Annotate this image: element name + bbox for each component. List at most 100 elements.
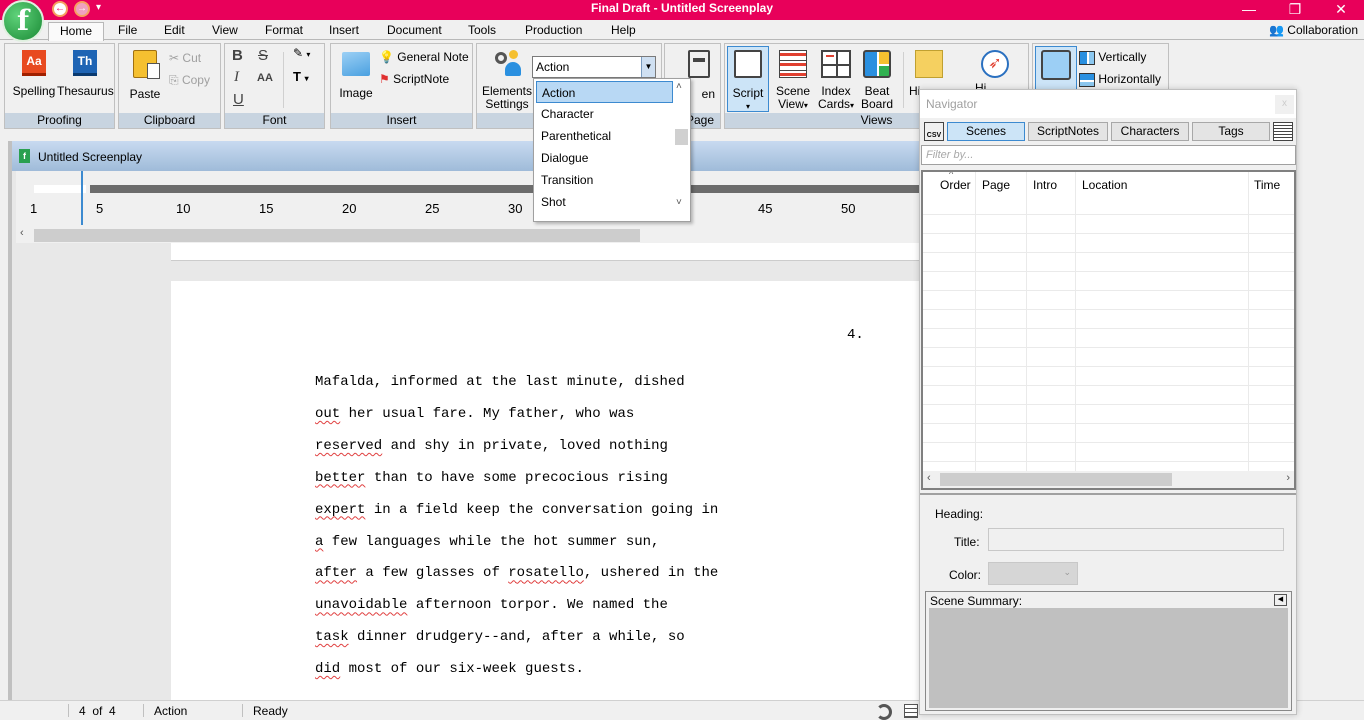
- tab-tools[interactable]: Tools: [468, 23, 496, 37]
- navigator-close-button[interactable]: x: [1275, 95, 1294, 114]
- document-scroll-thumb[interactable]: [34, 229, 640, 242]
- script-line[interactable]: unavoidable afternoon torpor. We named t…: [315, 597, 668, 613]
- script-view-button[interactable]: Script ▾: [727, 46, 769, 112]
- scroll-left-icon[interactable]: ‹: [927, 472, 931, 484]
- scroll-up-icon[interactable]: ˄: [676, 81, 682, 92]
- unsplit-button[interactable]: [1035, 46, 1077, 92]
- tab-file[interactable]: File: [118, 23, 137, 37]
- script-line[interactable]: Mafalda, informed at the last minute, di…: [315, 374, 685, 390]
- navigator-filter-input[interactable]: Filter by...: [921, 145, 1296, 165]
- indent-marker[interactable]: [81, 171, 83, 225]
- navigator-title: Navigator: [926, 97, 978, 111]
- spelling-button[interactable]: Aa Spelling: [9, 50, 59, 98]
- split-horizontally-button[interactable]: Horizontally: [1079, 72, 1161, 87]
- image-button[interactable]: Image: [335, 52, 377, 100]
- document-icon: f: [19, 149, 30, 163]
- chevron-down-icon[interactable]: ▼: [641, 57, 655, 77]
- paste-button[interactable]: Paste: [125, 50, 165, 101]
- final-draft-logo[interactable]: f: [2, 0, 44, 42]
- copy-button[interactable]: ⎘ Copy: [169, 73, 210, 88]
- script-line[interactable]: after a few glasses of rosatello, ushere…: [315, 565, 718, 581]
- element-type-select[interactable]: Action ▼: [532, 56, 656, 78]
- navigator-tab-characters[interactable]: Characters: [1111, 122, 1189, 141]
- change-case-button[interactable]: AA: [257, 72, 273, 85]
- strikethrough-button[interactable]: S: [258, 48, 268, 63]
- bold-button[interactable]: B: [232, 48, 243, 63]
- element-option-dialogue[interactable]: Dialogue: [536, 147, 673, 169]
- tab-home[interactable]: Home: [48, 22, 105, 41]
- collaboration-button[interactable]: 👥 Collaboration: [1269, 23, 1358, 37]
- panel-divider[interactable]: [920, 493, 1296, 495]
- element-option-character[interactable]: Character: [536, 103, 673, 125]
- column-header-time[interactable]: Time: [1254, 178, 1280, 192]
- scene-color-select[interactable]: ⌄: [988, 562, 1078, 585]
- element-option-action[interactable]: Action: [536, 81, 673, 103]
- ruler[interactable]: 1 5 10 15 20 25 30 45 50: [16, 171, 920, 227]
- tab-edit[interactable]: Edit: [164, 23, 185, 37]
- page-icon: [688, 50, 710, 78]
- dropdown-scrollbar[interactable]: ˄ ˅: [673, 79, 690, 221]
- script-page[interactable]: 4. Mafalda, informed at the last minute,…: [171, 281, 923, 701]
- compass-icon: ➶: [981, 50, 1009, 78]
- underline-button[interactable]: U: [233, 92, 244, 107]
- scriptnote-button[interactable]: ⚑ ScriptNote: [379, 72, 449, 86]
- element-option-transition[interactable]: Transition: [536, 169, 673, 191]
- dropdown-scroll-thumb[interactable]: [675, 129, 688, 145]
- tab-format[interactable]: Format: [265, 23, 303, 37]
- cut-button[interactable]: ✂ Cut: [169, 51, 201, 65]
- text-color-button[interactable]: T ▾: [293, 70, 309, 85]
- minimize-button[interactable]: —: [1226, 0, 1272, 20]
- italic-button[interactable]: I: [234, 70, 239, 85]
- thesaurus-button[interactable]: Th Thesaurus: [57, 50, 114, 98]
- scroll-down-icon[interactable]: ˅: [676, 197, 682, 208]
- column-header-location[interactable]: Location: [1082, 178, 1127, 192]
- script-line[interactable]: out her usual fare. My father, who was: [315, 406, 634, 422]
- restore-button[interactable]: ❐: [1272, 0, 1318, 20]
- navigator-tab-scenes[interactable]: Scenes: [947, 122, 1025, 141]
- current-element[interactable]: Action: [154, 704, 187, 718]
- tab-help[interactable]: Help: [611, 23, 636, 37]
- image-icon: [342, 52, 370, 76]
- misspelled-word: task: [315, 629, 349, 646]
- split-vertically-button[interactable]: Vertically: [1079, 50, 1146, 65]
- tab-insert[interactable]: Insert: [329, 23, 359, 37]
- grid-horizontal-scrollbar[interactable]: ‹ ›: [923, 471, 1294, 488]
- csv-export-icon[interactable]: CSV: [924, 122, 944, 141]
- column-header-page[interactable]: Page: [982, 178, 1010, 192]
- script-line[interactable]: reserved and shy in private, loved nothi…: [315, 438, 668, 454]
- page-view-icon[interactable]: [904, 704, 918, 718]
- scroll-left-icon[interactable]: ‹: [20, 227, 24, 239]
- navigator-options-icon[interactable]: [1273, 122, 1293, 141]
- misspelled-word: reserved: [315, 437, 383, 454]
- script-line[interactable]: task dinner drudgery--and, after a while…: [315, 629, 685, 645]
- scene-title-input[interactable]: [988, 528, 1284, 551]
- general-note-button[interactable]: 💡 General Note: [379, 50, 469, 64]
- tab-view[interactable]: View: [212, 23, 238, 37]
- scroll-right-icon[interactable]: ›: [1286, 472, 1290, 484]
- highlight-color-button[interactable]: ✎ ▾: [293, 47, 310, 61]
- close-button[interactable]: ✕: [1318, 0, 1364, 20]
- column-header-intro[interactable]: Intro: [1033, 178, 1057, 192]
- tab-production[interactable]: Production: [525, 23, 582, 37]
- copy-icon: ⎘: [169, 73, 179, 87]
- navigator-tab-scriptnotes[interactable]: ScriptNotes: [1028, 122, 1108, 141]
- misspelled-word: rosatello: [508, 565, 584, 582]
- element-option-shot[interactable]: Shot: [536, 191, 673, 213]
- script-line[interactable]: did most of our six-week guests.: [315, 661, 584, 677]
- column-header-order[interactable]: Order: [940, 178, 971, 192]
- tab-document[interactable]: Document: [387, 23, 442, 37]
- scene-summary-input[interactable]: [929, 608, 1288, 708]
- beat-board-button[interactable]: Beat Board: [859, 50, 895, 111]
- document-horizontal-scrollbar[interactable]: ‹: [16, 227, 920, 243]
- script-line[interactable]: a few languages while the hot summer sun…: [315, 534, 659, 550]
- element-option-parenthetical[interactable]: Parenthetical: [536, 125, 673, 147]
- night-mode-icon[interactable]: [876, 704, 892, 720]
- navigator-tab-tags[interactable]: Tags: [1192, 122, 1270, 141]
- script-line[interactable]: expert in a field keep the conversation …: [315, 502, 718, 518]
- scene-view-button[interactable]: Scene View▾: [773, 50, 813, 112]
- collapse-icon[interactable]: ◀: [1274, 594, 1287, 606]
- script-line[interactable]: better than to have some precocious risi…: [315, 470, 668, 486]
- grid-scroll-thumb[interactable]: [940, 473, 1172, 486]
- elements-settings-button[interactable]: Elements Settings: [481, 50, 533, 111]
- index-cards-button[interactable]: Index Cards▾: [815, 50, 857, 112]
